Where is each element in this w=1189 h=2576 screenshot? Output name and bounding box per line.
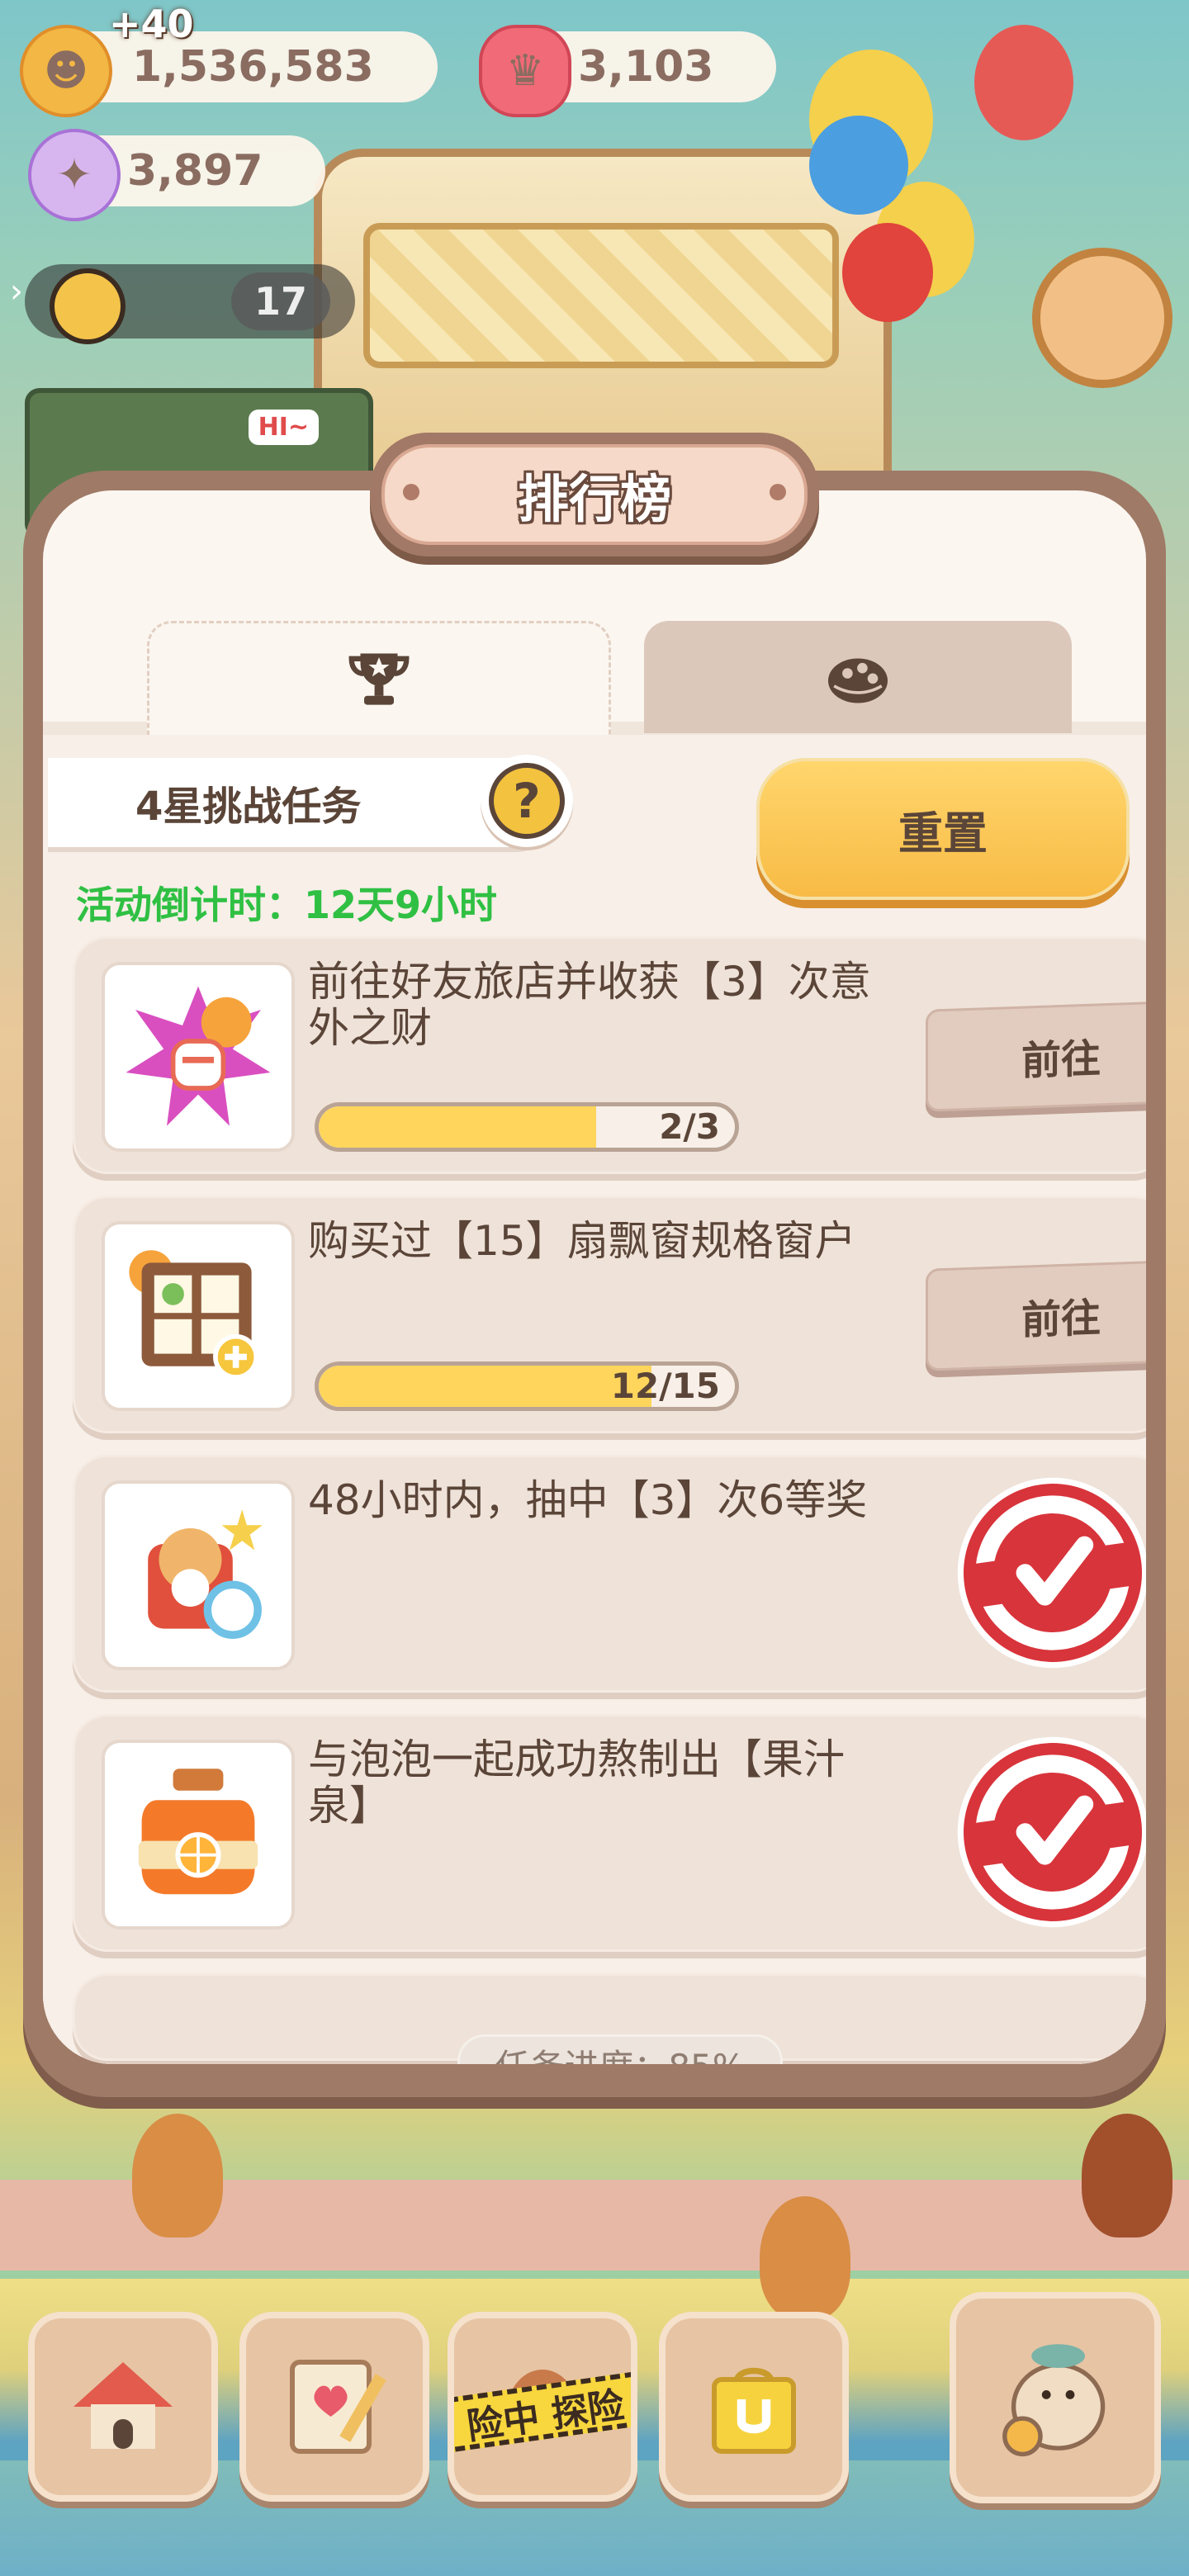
plate-rivet xyxy=(770,484,786,500)
question-icon: ? xyxy=(489,763,565,839)
tab-trophy[interactable] xyxy=(147,621,611,736)
ball-icon xyxy=(828,658,888,703)
task-card: 与泡泡一起成功熬制出【果汁泉】 xyxy=(73,1714,1146,1952)
task-description: 前往好友旅店并收获【3】次意外之财 xyxy=(308,958,871,1052)
gacha-machine-icon xyxy=(148,1509,263,1639)
go-button[interactable]: 前往 xyxy=(926,1259,1146,1371)
level-number: 17 xyxy=(231,272,330,330)
window-icon xyxy=(129,1250,259,1380)
reset-button[interactable]: 重置 xyxy=(756,758,1130,900)
plate-rivet xyxy=(403,484,419,500)
gem-counter[interactable]: ♛ 3,103 xyxy=(479,25,776,117)
nav-notebook-button[interactable] xyxy=(239,2312,429,2502)
panel-title: 排行榜 xyxy=(517,469,671,529)
task-card: 购买过【15】扇飘窗规格窗户 12/15 前往 xyxy=(73,1196,1146,1433)
task-card: 48小时内，抽中【3】次6等奖 xyxy=(73,1455,1146,1693)
fortune-burst-icon xyxy=(126,986,271,1126)
nav-home-button[interactable] xyxy=(28,2312,218,2502)
trophy-icon xyxy=(348,653,410,705)
task-description: 与泡泡一起成功熬制出【果汁泉】 xyxy=(308,1735,845,1830)
task-card: 前往好友旅店并收获【3】次意外之财 2/3 前往 xyxy=(73,936,1146,1174)
banner-speech-bubble: HI~ xyxy=(248,410,319,445)
completed-stamp-icon xyxy=(957,1477,1146,1669)
nav-shop-button[interactable] xyxy=(659,2312,849,2502)
leaderboard-panel: 4星挑战任务 ? 活动倒计时：12天9小时 重置 前往好友旅店并收获【3】次意外… xyxy=(23,471,1166,2097)
task-icon-juice xyxy=(102,1740,295,1930)
house-icon xyxy=(73,2362,173,2449)
task-icon-fortune xyxy=(102,962,295,1152)
level-coin-icon xyxy=(50,268,126,344)
title-plate-inner: 排行榜 xyxy=(381,444,808,545)
gingerbread-character xyxy=(132,2114,223,2237)
coin-counter[interactable]: ☻ 1,536,583 xyxy=(20,25,438,117)
juice-jar-icon xyxy=(138,1769,258,1895)
task-progress-bar: 12/15 xyxy=(315,1361,739,1411)
balloon xyxy=(842,223,933,322)
task-progress-text: 2/3 xyxy=(659,1106,720,1147)
balloon xyxy=(809,116,908,215)
overall-progress: 任务进度：85% xyxy=(457,2034,783,2064)
nav-explore-button[interactable]: 险中 探险 xyxy=(448,2312,637,2502)
task-progress-bar: 2/3 xyxy=(315,1102,739,1152)
jelly-gem-icon: ♛ xyxy=(479,25,571,117)
task-description: 48小时内，抽中【3】次6等奖 xyxy=(308,1476,868,1524)
cookie-coin-icon: ☻ xyxy=(20,25,112,117)
task-icon-gacha xyxy=(102,1480,295,1670)
task-progress-fill xyxy=(319,1366,652,1407)
crystal-amount: 3,897 xyxy=(127,146,263,196)
expand-chevron-icon[interactable]: › xyxy=(10,272,23,310)
panel-title-plate: 排行榜 xyxy=(370,433,819,556)
task-description: 购买过【15】扇飘窗规格窗户 xyxy=(308,1217,856,1265)
completed-stamp-icon xyxy=(957,1736,1146,1928)
balloon xyxy=(974,25,1073,140)
coin-bonus: +40 xyxy=(109,2,194,46)
gingerbread-character xyxy=(760,2196,850,2320)
challenge-title: 4星挑战任务 xyxy=(135,784,362,830)
crystal-counter[interactable]: ✦ 3,897 xyxy=(28,129,325,221)
task-progress-text: 12/15 xyxy=(610,1366,720,1406)
coin-amount: 1,536,583 xyxy=(132,42,374,92)
tab-ball[interactable] xyxy=(644,621,1072,733)
level-indicator[interactable]: 17 xyxy=(25,264,355,344)
panel-body: 4星挑战任务 ? 活动倒计时：12天9小时 重置 前往好友旅店并收获【3】次意外… xyxy=(43,490,1146,2064)
task-progress-fill xyxy=(319,1106,597,1148)
shop-sign xyxy=(363,223,839,368)
bird-clock-icon xyxy=(1002,2344,1106,2457)
task-icon-window xyxy=(102,1221,295,1411)
help-button[interactable]: ? xyxy=(481,755,573,847)
gem-amount: 3,103 xyxy=(578,42,714,92)
shop-bag-icon xyxy=(712,2367,796,2454)
nav-character-button[interactable] xyxy=(950,2292,1161,2503)
crystal-icon: ✦ xyxy=(28,129,121,221)
notebook-icon xyxy=(290,2360,386,2454)
event-countdown: 活动倒计时：12天9小时 xyxy=(76,883,498,927)
go-button[interactable]: 前往 xyxy=(926,1000,1146,1112)
settings-cookie-icon[interactable] xyxy=(1032,248,1172,388)
gingerbread-character xyxy=(1082,2114,1172,2237)
